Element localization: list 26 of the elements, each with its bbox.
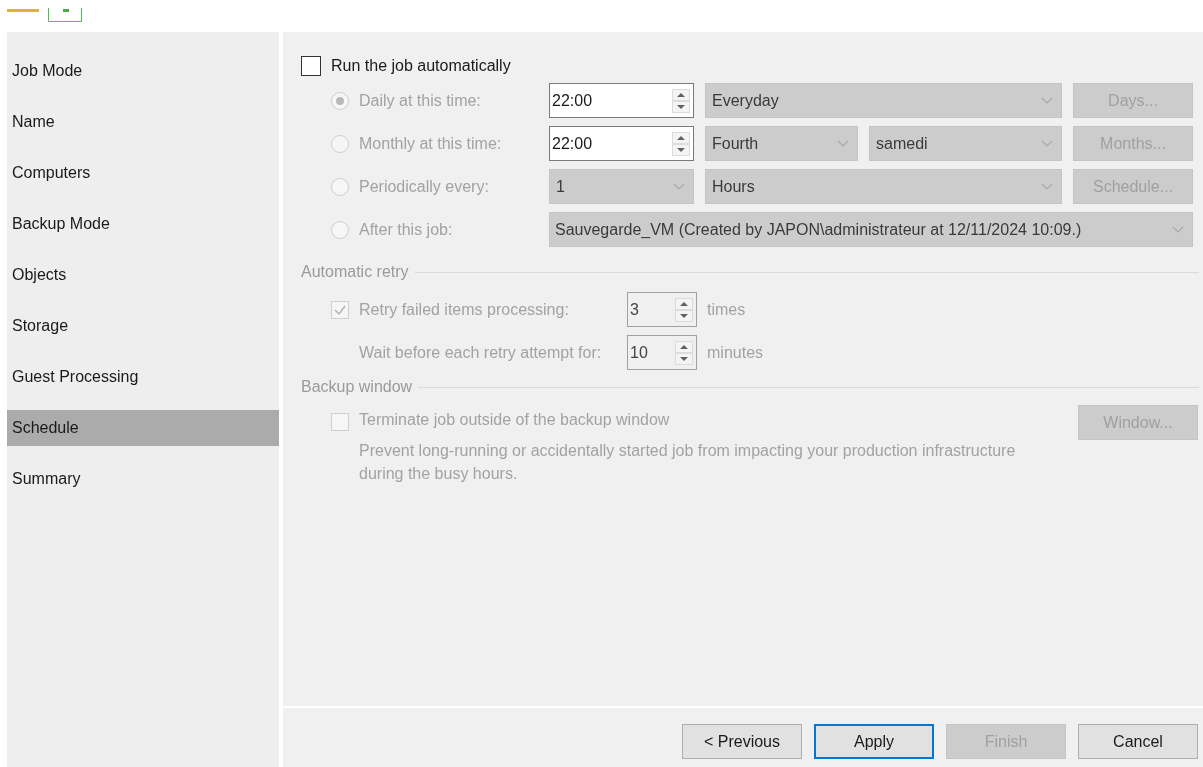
sidebar-item[interactable]: Schedule bbox=[7, 410, 279, 446]
sidebar-item[interactable]: Backup Mode bbox=[7, 206, 279, 242]
footer-button[interactable]: Cancel bbox=[1078, 724, 1198, 759]
caret-icon bbox=[1041, 96, 1053, 105]
footer-button[interactable]: < Previous bbox=[682, 724, 802, 759]
unit-label: minutes bbox=[707, 343, 764, 362]
caret-icon bbox=[1041, 139, 1053, 148]
footer-button[interactable]: Apply bbox=[814, 724, 934, 759]
sidebar-item[interactable]: Name bbox=[7, 104, 279, 140]
caret-icon bbox=[1041, 182, 1053, 191]
caret-icon bbox=[837, 139, 849, 148]
sidebar-item[interactable]: Guest Processing bbox=[7, 359, 279, 395]
checkbox-label[interactable]: Run the job automatically bbox=[331, 57, 511, 75]
caret-icon bbox=[673, 182, 685, 191]
section-title: Automatic retry bbox=[301, 263, 409, 281]
sidebar-item[interactable]: Job Mode bbox=[7, 53, 279, 89]
sidebar-item[interactable]: Computers bbox=[7, 155, 279, 191]
description-text: Prevent long-running or accidentally started job from impacting your production infrastructure during the busy hours. bbox=[359, 441, 1017, 484]
checkbox[interactable] bbox=[301, 56, 321, 76]
section-title: Backup window bbox=[301, 378, 413, 396]
sidebar-item[interactable]: Storage bbox=[7, 308, 279, 344]
unit-label: times bbox=[707, 300, 746, 319]
sidebar-item[interactable]: Summary bbox=[7, 461, 279, 497]
caret-icon bbox=[1172, 225, 1184, 234]
field-label: Wait before each retry attempt for: bbox=[359, 343, 603, 362]
sidebar-item[interactable]: Objects bbox=[7, 257, 279, 293]
